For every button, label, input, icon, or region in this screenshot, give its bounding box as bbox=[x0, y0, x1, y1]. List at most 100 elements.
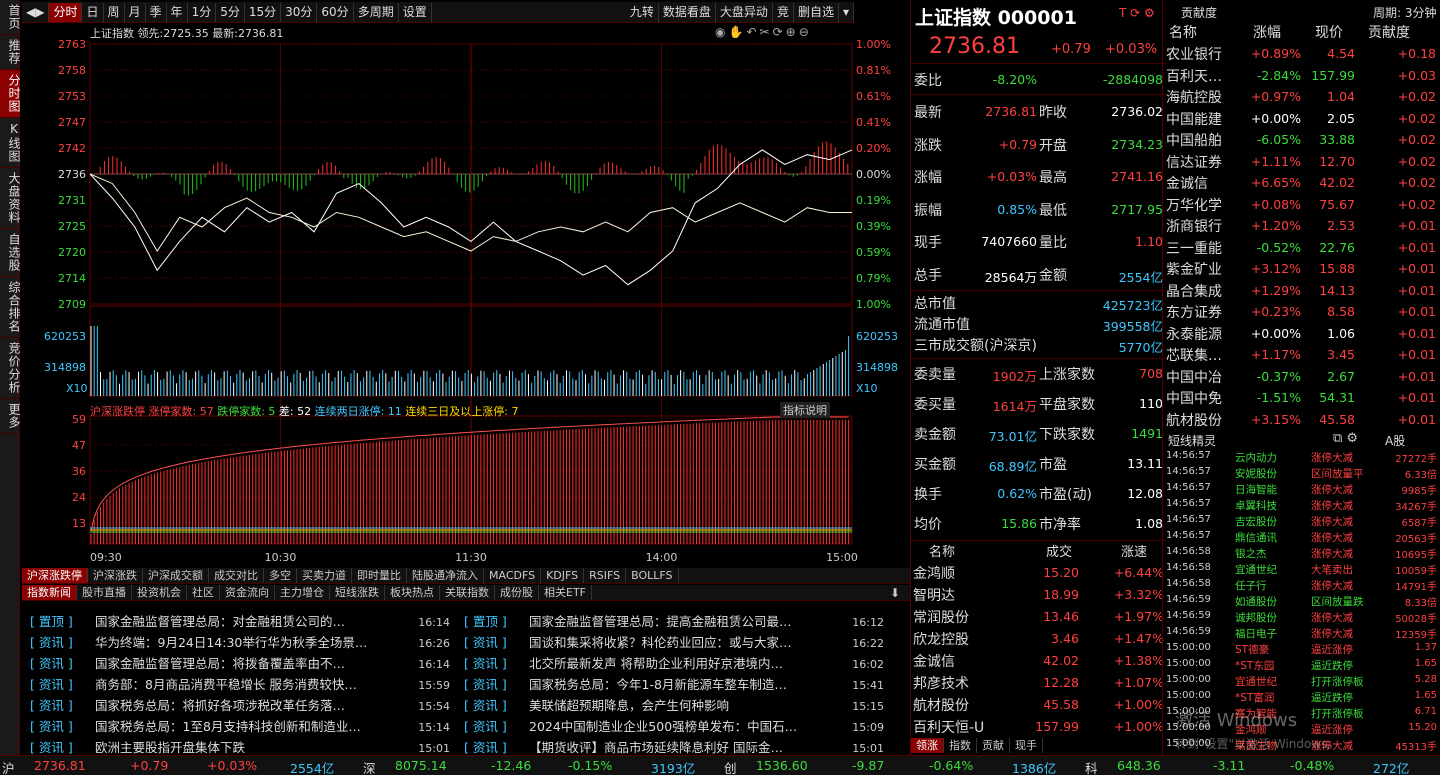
shortline-stock[interactable]: 云内动力 bbox=[1235, 450, 1277, 465]
indicator-tab-0[interactable]: 沪深涨跌停 bbox=[22, 568, 88, 583]
news-title[interactable]: 华为终端：9月24日14:30举行华为秋季全场景… bbox=[95, 632, 410, 651]
news-item[interactable]: [ 资讯 ] 美联储超预期降息，会产生何种影响 15:15 bbox=[464, 695, 894, 716]
contrib-name[interactable]: 航材股份 bbox=[1166, 410, 1222, 430]
contrib-name[interactable]: 中国中免 bbox=[1166, 388, 1222, 408]
shortline-stock[interactable]: 卓翼科技 bbox=[1235, 498, 1277, 513]
news-tab-5[interactable]: 主力增仓 bbox=[275, 585, 330, 600]
zoom-out-icon[interactable]: ⊖ bbox=[799, 25, 812, 39]
news-item[interactable]: [ 资讯 ] 国谈和集采将收紧？科伦药业回应：或与大家… 16:22 bbox=[464, 632, 894, 653]
contrib-name[interactable]: 信达证券 bbox=[1166, 152, 1222, 172]
news-item[interactable]: [ 资讯 ] 2024中国制造业企业500强榜单发布：中国石… 15:09 bbox=[464, 716, 894, 737]
contrib-name[interactable]: 中国船舶 bbox=[1166, 130, 1222, 150]
contrib-header[interactable]: 现价 bbox=[1315, 22, 1343, 42]
period-tab-6[interactable]: 1分 bbox=[188, 2, 217, 22]
tool-button-1[interactable]: 数据看盘 bbox=[659, 2, 716, 22]
sidebar-item-8[interactable]: 更多 bbox=[0, 399, 21, 434]
hand-icon[interactable]: ✋ bbox=[728, 25, 746, 39]
shortline-stock[interactable]: 宜通世纪 bbox=[1235, 562, 1277, 577]
sidebar-item-2[interactable]: 分时图 bbox=[0, 70, 21, 118]
shortline-stock[interactable]: 吉宏股份 bbox=[1235, 514, 1277, 529]
contrib-name[interactable]: 农业银行 bbox=[1166, 44, 1222, 64]
eye-icon[interactable]: ◉ bbox=[715, 25, 728, 39]
news-title[interactable]: 国家税务总局：今年1-8月新能源车整车制造… bbox=[529, 674, 844, 693]
refresh-icon[interactable]: ⟳ bbox=[773, 25, 786, 39]
news-title[interactable]: 国家税务总局：将抓好各项涉税改革任务落… bbox=[95, 695, 410, 714]
period-tab-3[interactable]: 月 bbox=[125, 2, 146, 22]
period-tab-8[interactable]: 15分 bbox=[245, 2, 282, 22]
indicator-explain-button[interactable]: 指标说明 bbox=[780, 402, 830, 418]
indicator-tab-5[interactable]: 买卖力道 bbox=[297, 568, 352, 583]
news-title[interactable]: 国家金融监督管理总局：提高金融租赁公司最… bbox=[529, 611, 844, 630]
tool-button-0[interactable]: 九转 bbox=[626, 2, 659, 22]
news-tab-6[interactable]: 短线涨跌 bbox=[330, 585, 385, 600]
period-select[interactable]: 周期: 3分钟 bbox=[1373, 4, 1437, 21]
news-item[interactable]: [ 资讯 ] 商务部：8月商品消费平稳增长 服务消费较快… 15:59 bbox=[30, 674, 460, 695]
contrib-name[interactable]: 金诚信 bbox=[1166, 173, 1208, 193]
leader-tab-3[interactable]: 现手 bbox=[1010, 738, 1043, 753]
news-item[interactable]: [ 资讯 ] 国家税务总局：今年1-8月新能源车整车制造… 15:41 bbox=[464, 674, 894, 695]
leader-tab-2[interactable]: 贡献 bbox=[977, 738, 1010, 753]
news-tab-0[interactable]: 指数新闻 bbox=[22, 585, 77, 600]
news-title[interactable]: 【期货收评】商品市场延续降息利好 国际金… bbox=[529, 737, 844, 756]
news-tab-4[interactable]: 资金流向 bbox=[220, 585, 275, 600]
contrib-name[interactable]: 芯联集… bbox=[1166, 345, 1222, 365]
contrib-name[interactable]: 中国中冶 bbox=[1166, 367, 1222, 387]
period-tab-9[interactable]: 30分 bbox=[281, 2, 318, 22]
indicator-tab-1[interactable]: 沪深涨跌 bbox=[88, 568, 143, 583]
period-tab-0[interactable]: 分时 bbox=[49, 2, 83, 22]
period-tab-1[interactable]: 日 bbox=[82, 2, 104, 22]
news-tab-8[interactable]: 关联指数 bbox=[440, 585, 495, 600]
news-title[interactable]: 欧洲主要股指开盘集体下跌 bbox=[95, 737, 410, 756]
contrib-name[interactable]: 百利天… bbox=[1166, 66, 1222, 86]
news-item[interactable]: [ 置顶 ] 国家金融监督管理总局：提高金融租赁公司最… 16:12 bbox=[464, 611, 894, 632]
quote-icons[interactable]: T ⟳ ⚙ bbox=[1119, 6, 1155, 20]
shortline-stock[interactable]: *ST东园 bbox=[1235, 658, 1274, 673]
shortline-stock[interactable]: 福日电子 bbox=[1235, 626, 1277, 641]
contrib-name[interactable]: 永泰能源 bbox=[1166, 324, 1222, 344]
leader-name[interactable]: 金鸿顺 bbox=[913, 563, 955, 583]
shortline-stock[interactable]: 银之杰 bbox=[1235, 546, 1267, 561]
leader-name[interactable]: 邦彦技术 bbox=[913, 673, 969, 693]
news-item[interactable]: [ 资讯 ] 国家税务总局：1至8月支持科技创新和制造业… 15:14 bbox=[30, 716, 460, 737]
leader-header[interactable]: 名称 bbox=[929, 541, 955, 560]
period-tab-10[interactable]: 60分 bbox=[317, 2, 354, 22]
market-code[interactable]: 深 bbox=[363, 758, 376, 775]
shortline-stock[interactable]: 安妮股份 bbox=[1235, 466, 1277, 481]
contrib-name[interactable]: 三一重能 bbox=[1166, 238, 1222, 258]
shortline-stock[interactable]: 日海智能 bbox=[1235, 482, 1277, 497]
contrib-name[interactable]: 紫金矿业 bbox=[1166, 259, 1222, 279]
sidebar-item-7[interactable]: 竞价分析 bbox=[0, 338, 21, 399]
indicator-tab-3[interactable]: 成交对比 bbox=[209, 568, 264, 583]
prev-arrow-icon[interactable]: ◀▶ bbox=[22, 2, 50, 22]
sidebar-item-6[interactable]: 综合排名 bbox=[0, 277, 21, 338]
news-tab-9[interactable]: 成份股 bbox=[495, 585, 539, 600]
shortline-stock[interactable]: 任子行 bbox=[1235, 578, 1267, 593]
news-tab-7[interactable]: 板块热点 bbox=[385, 585, 440, 600]
period-tab-4[interactable]: 季 bbox=[146, 2, 167, 22]
news-title[interactable]: 商务部：8月商品消费平稳增长 服务消费较快… bbox=[95, 674, 410, 693]
shortline-stock[interactable]: 诚邦股份 bbox=[1235, 610, 1277, 625]
news-item[interactable]: [ 置顶 ] 国家金融监督管理总局：对金融租赁公司的… 16:14 bbox=[30, 611, 460, 632]
leader-name[interactable]: 智明达 bbox=[913, 585, 955, 605]
sidebar-item-1[interactable]: 推荐 bbox=[0, 35, 21, 70]
indicator-tab-2[interactable]: 沪深成交额 bbox=[143, 568, 209, 583]
news-title[interactable]: 国家金融监督管理总局：将拨备覆盖率由不… bbox=[95, 653, 410, 672]
zoom-in-icon[interactable]: ⊕ bbox=[786, 25, 799, 39]
period-tab-7[interactable]: 5分 bbox=[216, 2, 245, 22]
market-code[interactable]: 沪 bbox=[2, 758, 15, 775]
news-item[interactable]: [ 资讯 ] 国家税务总局：将抓好各项涉税改革任务落… 15:54 bbox=[30, 695, 460, 716]
indicator-tab-9[interactable]: KDJFS bbox=[541, 568, 585, 583]
sidebar-item-3[interactable]: K线图 bbox=[0, 118, 21, 168]
contrib-name[interactable]: 晶合集成 bbox=[1166, 281, 1222, 301]
leader-tab-1[interactable]: 指数 bbox=[944, 738, 977, 753]
contrib-header[interactable]: 名称 bbox=[1169, 22, 1197, 42]
news-item[interactable]: [ 资讯 ] 国家金融监督管理总局：将拨备覆盖率由不… 16:14 bbox=[30, 653, 460, 674]
shortline-stock[interactable]: *ST富润 bbox=[1235, 690, 1274, 705]
news-tab-3[interactable]: 社区 bbox=[187, 585, 220, 600]
contrib-header[interactable]: 涨幅 bbox=[1253, 22, 1281, 42]
market-select[interactable]: A股 bbox=[1385, 432, 1405, 449]
leader-name[interactable]: 航材股份 bbox=[913, 695, 969, 715]
indicator-tab-7[interactable]: 陆股通净流入 bbox=[407, 568, 484, 583]
period-tab-11[interactable]: 多周期 bbox=[354, 2, 399, 22]
download-icon[interactable]: ⬇ bbox=[890, 586, 910, 600]
